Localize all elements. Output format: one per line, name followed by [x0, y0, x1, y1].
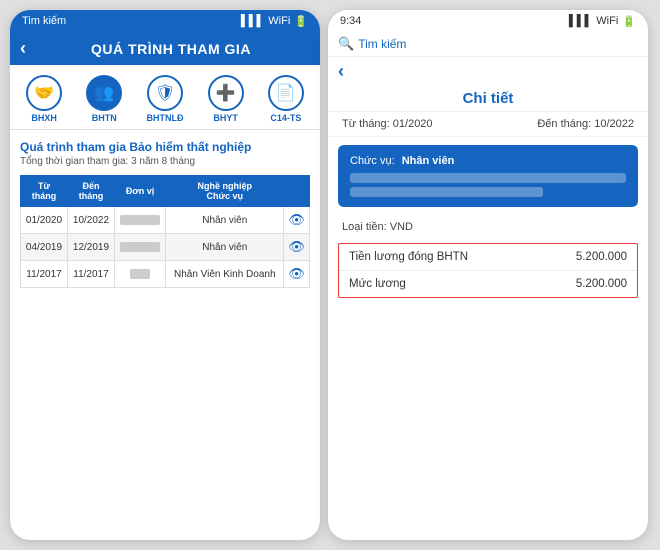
cell-from-1: 01/2020	[21, 207, 68, 234]
tab-c14ts[interactable]: 📄 C14-TS	[262, 73, 310, 125]
section-subtitle: Tổng thời gian tham gia: 3 năm 8 tháng	[20, 156, 310, 167]
detail-table-section: Tiền lương đóng BHTN 5.200.000 Mức lương…	[338, 243, 638, 298]
section-title: Quá trình tham gia Bảo hiểm thất nghiệp	[20, 140, 310, 154]
right-top-nav: 🔍 Tim kiếm	[328, 32, 648, 57]
bhxh-icon: 🤝	[26, 75, 62, 111]
tab-bhyt[interactable]: ➕ BHYT	[202, 73, 250, 125]
cell-unit-1: ​	[114, 207, 165, 234]
left-battery-icon: 🔋	[294, 15, 308, 28]
left-page-title: QUÁ TRÌNH THAM GIA	[32, 41, 310, 57]
tab-bhyt-label: BHYT	[213, 113, 238, 123]
cell-eye-2[interactable]: 👁	[284, 234, 310, 261]
eye-icon-1: 👁	[288, 212, 305, 227]
eye-icon-3: 👁	[288, 266, 305, 281]
loai-tien-row: Loại tiền: VND	[328, 215, 648, 239]
detail-row-1: Tiền lương đóng BHTN 5.200.000	[339, 244, 637, 271]
right-content: Từ tháng: 01/2020 Đến tháng: 10/2022 Chứ…	[328, 112, 648, 540]
left-back-button[interactable]: ‹	[20, 38, 26, 59]
card-blurred-row-2	[350, 187, 543, 197]
bhyt-icon: ➕	[208, 75, 244, 111]
table-row: 01/2020 10/2022 ​ Nhân viên 👁	[21, 207, 310, 234]
cell-from-3: 11/2017	[21, 261, 68, 288]
bhtnld-icon: 🛡	[147, 75, 183, 111]
right-time: 9:34	[340, 15, 361, 27]
cell-from-2: 04/2019	[21, 234, 68, 261]
right-search-label: Tim kiếm	[358, 37, 406, 51]
table-row: 11/2017 11/2017 ​ Nhân Viên Kinh Doanh 👁	[21, 261, 310, 288]
from-date: Từ tháng: 01/2020	[342, 118, 433, 130]
left-status-bar: Tim kiếm ▌▌▌ WiFi 🔋	[10, 10, 320, 32]
tab-bhtnld[interactable]: 🛡 BHTNLĐ	[140, 73, 189, 125]
tab-bhtnld-label: BHTNLĐ	[146, 113, 183, 123]
cell-unit-2: ​	[114, 234, 165, 261]
col-from: Từtháng	[21, 176, 68, 207]
right-phone: 9:34 ▌▌▌ WiFi 🔋 🔍 Tim kiếm ‹ Chi tiết Từ…	[328, 10, 648, 540]
right-back-button[interactable]: ‹	[338, 61, 344, 82]
detail-card: Chức vụ: Nhân viên	[338, 145, 638, 207]
cell-position-2: Nhân viên	[166, 234, 284, 261]
chi-tiet-title: Chi tiết	[328, 82, 648, 112]
tabs-row: 🤝 BHXH 👥 BHTN 🛡 BHTNLĐ ➕ BHYT 📄 C14-TS	[10, 65, 320, 130]
col-position: Nghề nghiệpChức vụ	[166, 176, 284, 207]
right-signal: ▌▌▌	[569, 15, 592, 27]
detail-label-2: Mức lương	[349, 278, 406, 290]
magnify-icon: 🔍	[338, 36, 354, 52]
left-phone: Tim kiếm ▌▌▌ WiFi 🔋 ‹ QUÁ TRÌNH THAM GIA…	[10, 10, 320, 540]
loai-tien-label: Loại tiền: VND	[342, 221, 413, 233]
col-action	[284, 176, 310, 207]
detail-label-1: Tiền lương đóng BHTN	[349, 251, 468, 263]
eye-icon-2: 👁	[288, 239, 305, 254]
col-to: Đếntháng	[67, 176, 114, 207]
left-search-label: Tim kiếm	[22, 15, 66, 27]
cell-to-1: 10/2022	[67, 207, 114, 234]
participation-table: Từtháng Đếntháng Đơn vị Nghề nghiệpChức …	[20, 175, 310, 288]
chuc-vu-label: Chức vụ: Nhân viên	[350, 155, 626, 167]
card-blurred-row-1	[350, 173, 626, 183]
to-date: Đến tháng: 10/2022	[537, 118, 634, 130]
tab-bhxh[interactable]: 🤝 BHXH	[20, 73, 68, 125]
cell-position-3: Nhân Viên Kinh Doanh	[166, 261, 284, 288]
date-range-row: Từ tháng: 01/2020 Đến tháng: 10/2022	[328, 112, 648, 137]
left-top-nav: ‹ QUÁ TRÌNH THAM GIA	[10, 32, 320, 65]
c14ts-icon: 📄	[268, 75, 304, 111]
cell-to-3: 11/2017	[67, 261, 114, 288]
cell-eye-3[interactable]: 👁	[284, 261, 310, 288]
right-battery-icon: 🔋	[622, 15, 636, 28]
detail-value-1: 5.200.000	[576, 251, 627, 263]
tab-bhtn-label: BHTN	[92, 113, 117, 123]
right-wifi-icon: WiFi	[596, 15, 618, 27]
detail-row-2: Mức lương 5.200.000	[339, 271, 637, 297]
tab-bhxh-label: BHXH	[31, 113, 57, 123]
tab-c14ts-label: C14-TS	[270, 113, 301, 123]
right-status-bar: 9:34 ▌▌▌ WiFi 🔋	[328, 10, 648, 32]
cell-to-2: 12/2019	[67, 234, 114, 261]
col-unit: Đơn vị	[114, 176, 165, 207]
chuc-vu-value: Nhân viên	[402, 155, 455, 167]
left-wifi-icon: WiFi	[268, 15, 290, 27]
cell-unit-3: ​	[114, 261, 165, 288]
table-row: 04/2019 12/2019 ​ Nhân viên 👁	[21, 234, 310, 261]
left-content: Quá trình tham gia Bảo hiểm thất nghiệp …	[10, 130, 320, 540]
detail-value-2: 5.200.000	[576, 278, 627, 290]
left-signal: ▌▌▌	[241, 15, 264, 27]
bhtn-icon: 👥	[86, 75, 122, 111]
cell-position-1: Nhân viên	[166, 207, 284, 234]
cell-eye-1[interactable]: 👁	[284, 207, 310, 234]
tab-bhtn[interactable]: 👥 BHTN	[80, 73, 128, 125]
right-search-area[interactable]: 🔍 Tim kiếm	[338, 36, 406, 52]
